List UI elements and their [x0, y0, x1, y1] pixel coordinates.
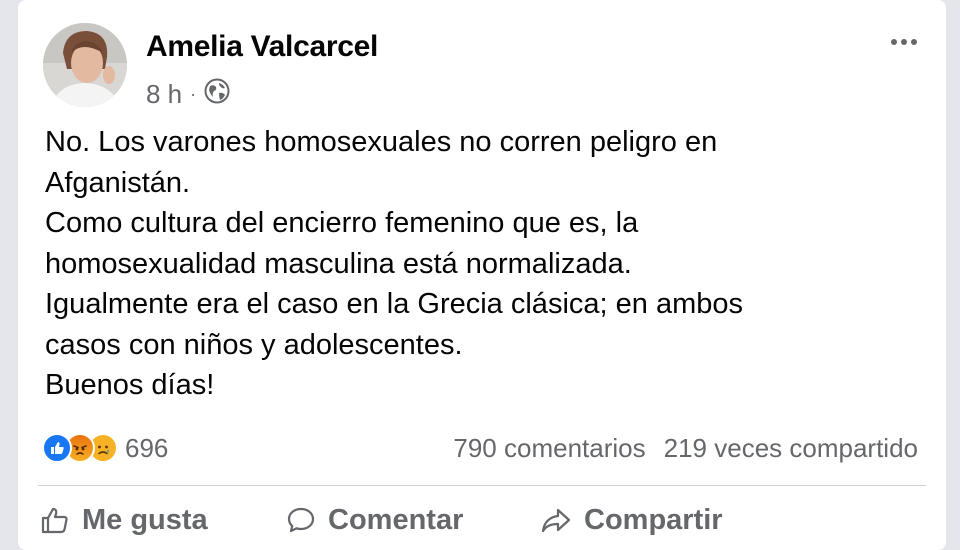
dot-icon	[911, 39, 917, 45]
post-line: Como cultura del encierro femenino que e…	[45, 207, 639, 239]
post-card: Amelia Valcarcel 8 h · No. Los varones h…	[18, 0, 946, 550]
share-arrow-icon	[541, 508, 571, 533]
comment-button[interactable]: Comentar	[286, 496, 463, 544]
author-name[interactable]: Amelia Valcarcel	[146, 30, 378, 64]
comment-button-label: Comentar	[328, 503, 464, 536]
comments-count-link[interactable]: 790 comentarios	[453, 433, 645, 464]
post-line: Igualmente era el caso en la Grecia clás…	[45, 288, 743, 320]
post-meta: 8 h ·	[146, 78, 230, 111]
post-line: homosexualidad masculina está normalizad…	[45, 247, 632, 280]
share-button-label: Compartir	[584, 503, 723, 536]
meta-separator: ·	[190, 83, 197, 104]
divider	[38, 485, 926, 486]
share-button[interactable]: Compartir	[540, 496, 723, 544]
globe-icon[interactable]	[204, 78, 230, 111]
reaction-summary[interactable]: 696	[42, 430, 168, 466]
like-button-label: Me gusta	[82, 503, 208, 536]
post-line: casos con niños y adolescentes.	[45, 328, 463, 361]
post-actions-bar: Me gusta Comentar Compartir	[18, 496, 946, 544]
more-options-button[interactable]	[882, 30, 926, 54]
post-line: No. Los varones homosexuales no corren p…	[45, 126, 718, 158]
reaction-count[interactable]: 696	[125, 433, 168, 464]
thumbs-up-icon	[41, 507, 68, 534]
post-stats: 790 comentarios 219 veces compartido	[453, 430, 918, 466]
author-avatar[interactable]	[43, 23, 127, 107]
post-timestamp[interactable]: 8 h	[146, 79, 182, 110]
dot-icon	[891, 39, 897, 45]
shares-count-link[interactable]: 219 veces compartido	[664, 433, 918, 464]
avatar-photo	[43, 23, 127, 107]
post-line: Afganistán.	[45, 166, 191, 199]
post-line: Buenos días!	[45, 369, 215, 401]
post-body: No. Los varones homosexuales no corren p…	[45, 122, 925, 406]
like-reaction-icon	[42, 433, 72, 463]
dot-icon	[901, 39, 907, 45]
like-button[interactable]: Me gusta	[40, 496, 208, 544]
comment-bubble-icon	[287, 507, 315, 533]
